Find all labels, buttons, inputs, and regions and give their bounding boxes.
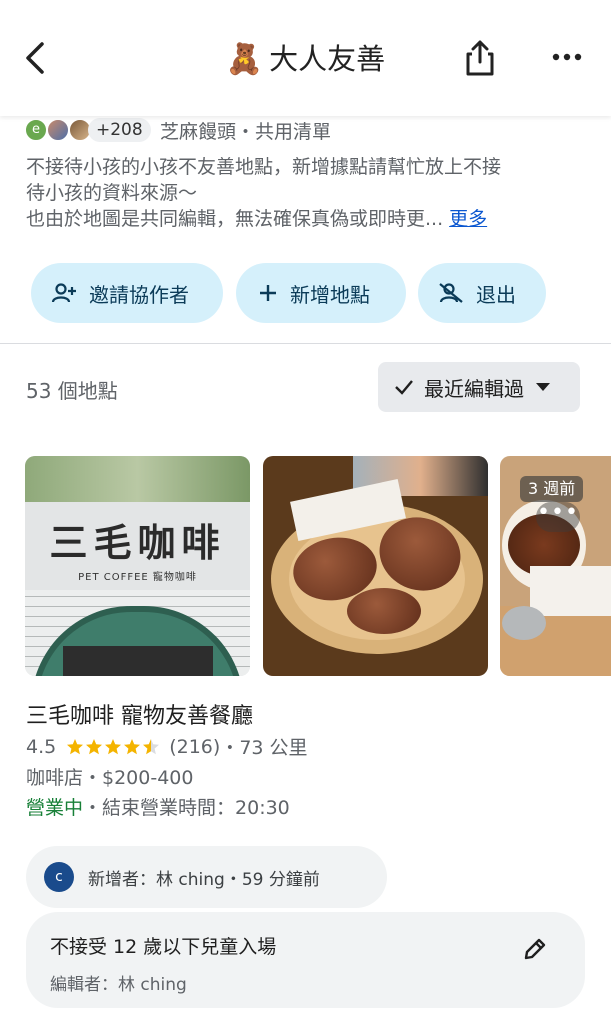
sign-text: 三毛咖啡 bbox=[49, 520, 226, 565]
add-person-icon bbox=[51, 283, 76, 303]
star-icon bbox=[143, 738, 160, 754]
place-photo-storefront[interactable]: 三毛咖啡 PET COFFEE 寵物咖啡 bbox=[25, 456, 250, 676]
share-icon[interactable] bbox=[462, 38, 498, 78]
plus-icon bbox=[260, 285, 276, 301]
place-name[interactable]: 三毛咖啡 寵物友善餐廳 bbox=[26, 698, 253, 730]
dropdown-caret-icon bbox=[536, 383, 550, 391]
page-title: 🧸 大人友善 bbox=[0, 36, 611, 78]
list-owner: 芝麻饅頭・共用清單 bbox=[160, 121, 332, 143]
more-link[interactable]: 更多 bbox=[449, 208, 487, 230]
distance: ・73 公里 bbox=[220, 737, 308, 759]
sign-subtext: PET COFFEE 寵物咖啡 bbox=[78, 572, 197, 583]
open-status: 營業中 bbox=[26, 797, 84, 819]
added-by-text: 新增者：林 ching・59 分鐘前 bbox=[88, 869, 320, 890]
teddy-bear-icon: 🧸 bbox=[225, 42, 264, 77]
category-price: 咖啡店・$200-400 bbox=[26, 767, 194, 789]
remove-person-icon bbox=[439, 283, 463, 303]
places-count: 53 個地點 bbox=[26, 379, 118, 403]
star-icon bbox=[105, 738, 122, 754]
star-icon bbox=[67, 738, 84, 754]
divider bbox=[0, 343, 611, 344]
note-card[interactable]: 不接受 12 歲以下兒童入場 編輯者：林 ching bbox=[26, 912, 585, 1008]
edit-pencil-icon[interactable] bbox=[522, 936, 548, 962]
star-rating bbox=[66, 738, 161, 756]
closing-time: ・結束營業時間：20:30 bbox=[83, 797, 290, 819]
place-photo-rice-bowl[interactable]: 3 週前 ••• bbox=[500, 456, 611, 676]
description-line: 也由於地圖是共同編輯，無法確保真偽或即時更... bbox=[26, 208, 444, 230]
rating-value: 4.5 bbox=[26, 735, 57, 758]
more-options-icon[interactable] bbox=[550, 50, 584, 64]
photo-spoon bbox=[502, 606, 546, 640]
description-line: 不接待小孩的小孩不友善地點，新增據點請幫忙放上不接 bbox=[26, 156, 502, 178]
collaborators-row[interactable]: e +208 芝麻饅頭・共用清單 bbox=[24, 115, 584, 145]
photo-trees bbox=[25, 456, 250, 502]
description-line: 待小孩的資料來源～ bbox=[26, 182, 198, 204]
page-title-text: 大人友善 bbox=[269, 42, 386, 76]
exit-button[interactable]: 退出 bbox=[418, 263, 546, 323]
add-place-button[interactable]: 新增地點 bbox=[236, 263, 406, 323]
hours-row: 營業中・結束營業時間：20:30 bbox=[26, 793, 290, 820]
exit-button-label: 退出 bbox=[476, 282, 516, 307]
star-icon bbox=[86, 738, 103, 754]
check-icon bbox=[395, 380, 413, 395]
star-icon bbox=[124, 738, 141, 754]
invite-collaborator-button[interactable]: 邀請協作者 bbox=[31, 263, 223, 323]
note-title: 不接受 12 歲以下兒童入場 bbox=[50, 936, 277, 958]
rating-row: 4.5 (216) ・73 公里 bbox=[26, 733, 308, 760]
sort-dropdown[interactable]: 最近編輯過 bbox=[378, 362, 580, 412]
avatar: c bbox=[44, 862, 74, 892]
added-by-pill[interactable]: c 新增者：林 ching・59 分鐘前 bbox=[26, 846, 387, 908]
note-editor: 編輯者：林 ching bbox=[50, 975, 187, 995]
avatar: e bbox=[24, 118, 48, 142]
list-description: 不接待小孩的小孩不友善地點，新增據點請幫忙放上不接 待小孩的資料來源～ 也由於地… bbox=[26, 154, 586, 232]
collaborator-count: +208 bbox=[88, 118, 151, 142]
photo-sign: 三毛咖啡 PET COFFEE 寵物咖啡 bbox=[25, 502, 250, 590]
sort-label: 最近編輯過 bbox=[424, 376, 524, 401]
add-place-button-label: 新增地點 bbox=[290, 282, 370, 307]
photo-more-icon[interactable]: ••• bbox=[536, 502, 580, 532]
review-count: (216) bbox=[169, 735, 221, 758]
photo-cake bbox=[347, 588, 421, 634]
top-app-bar: 🧸 大人友善 bbox=[0, 0, 611, 116]
photo-time-chip: 3 週前 bbox=[520, 476, 584, 502]
place-photo-madeleines[interactable] bbox=[263, 456, 488, 676]
photo-cloth bbox=[530, 566, 611, 616]
invite-button-label: 邀請協作者 bbox=[89, 282, 189, 307]
avatar bbox=[46, 118, 70, 142]
photo-door bbox=[63, 646, 213, 676]
